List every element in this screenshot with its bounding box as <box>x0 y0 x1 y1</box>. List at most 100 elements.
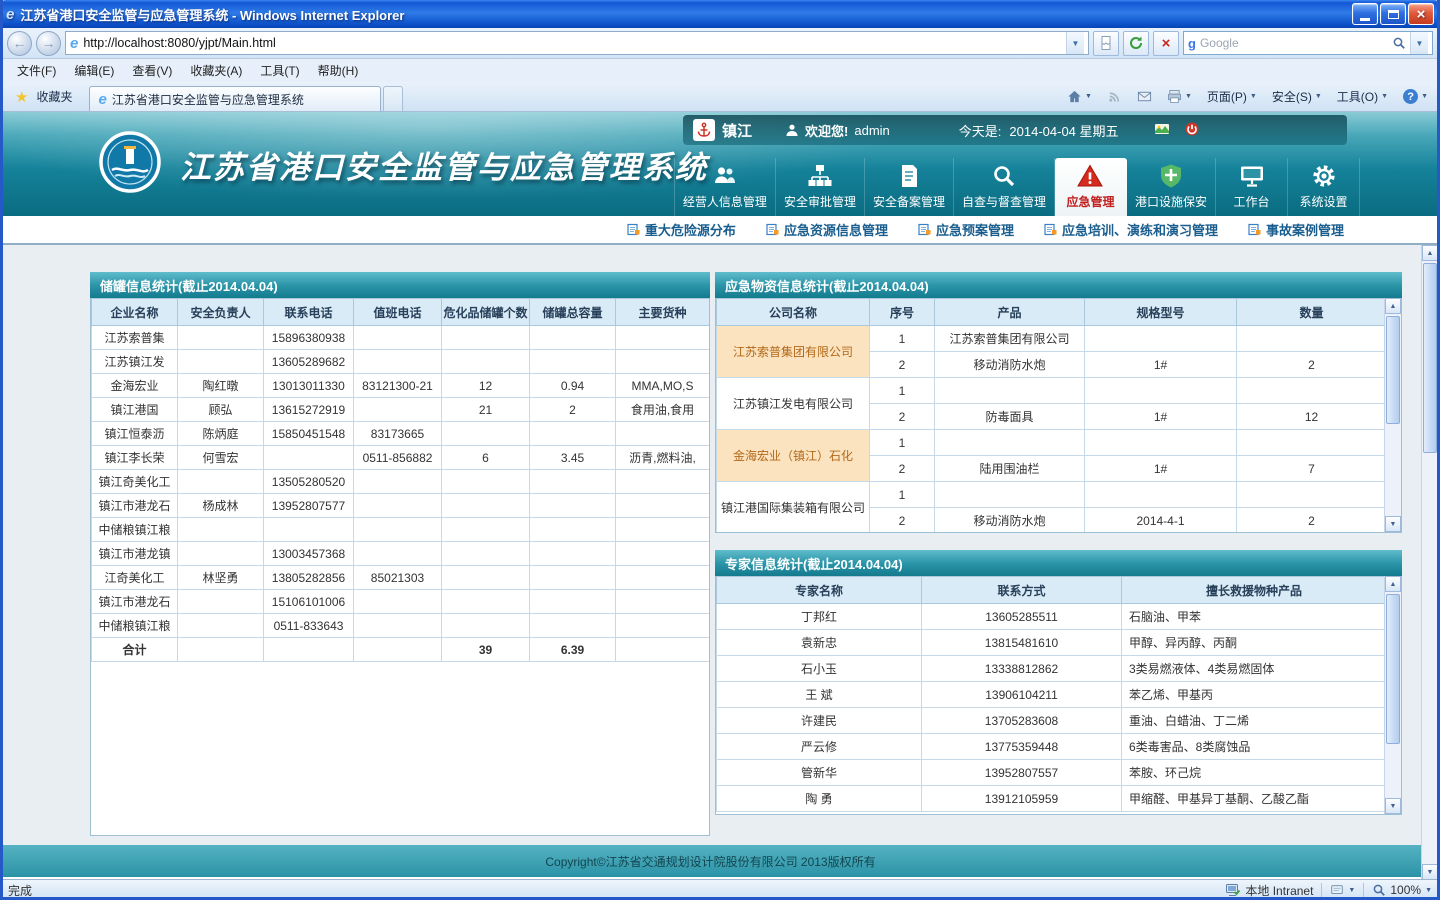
table-row[interactable]: 江苏索普集团有限公司1江苏索普集团有限公司 <box>717 326 1387 352</box>
table-cell: 2 <box>870 352 935 378</box>
menu-item-4[interactable]: 工具(T) <box>251 59 308 82</box>
table-row[interactable]: 石小玉133388128623类易燃液体、4类易燃固体 <box>717 656 1387 682</box>
menu-item-1[interactable]: 编辑(E) <box>65 59 123 82</box>
render-mode-dropdown[interactable]: ▼ <box>1330 883 1355 897</box>
table-cell: 13505280520 <box>264 470 354 494</box>
back-button[interactable]: ← <box>7 31 32 56</box>
subnav-item-0[interactable]: 重大危险源分布 <box>627 220 736 239</box>
supplies-panel: 应急物资信息统计(截止2014.04.04) 公司名称序号产品规格型号数量江苏索… <box>715 272 1402 533</box>
table-row[interactable]: 许建民13705283608重油、白蜡油、丁二烯 <box>717 708 1387 734</box>
menu-item-3[interactable]: 收藏夹(A) <box>181 59 251 82</box>
table-row[interactable]: 中储粮镇江粮 <box>92 518 710 542</box>
safety-menu-button[interactable]: 安全(S)▼ <box>1266 85 1328 109</box>
url-history-dropdown[interactable]: ▼ <box>1066 32 1084 54</box>
favorites-button[interactable]: ★ 收藏夹 <box>6 85 81 109</box>
nav-item-3[interactable]: 自查与督查管理 <box>954 158 1055 216</box>
stop-button[interactable]: × <box>1153 31 1179 56</box>
table-row[interactable]: 江苏索普集15896380938 <box>92 326 710 350</box>
table-row[interactable]: 江苏镇江发电有限公司1 <box>717 378 1387 404</box>
table-row[interactable]: 金海宏业（镇江）石化1 <box>717 430 1387 456</box>
page-menu-button[interactable]: 页面(P)▼ <box>1201 85 1263 109</box>
table-row[interactable]: 镇江市港龙石15106101006 <box>92 590 710 614</box>
nav-item-2[interactable]: 安全备案管理 <box>865 158 954 216</box>
table-cell: 陶红暾 <box>178 374 264 398</box>
scroll-down-button[interactable]: ▼ <box>1422 864 1438 880</box>
zoom-control[interactable]: 100% ▼ <box>1372 883 1432 897</box>
table-row[interactable]: 管新华13952807557苯胺、环己烷 <box>717 760 1387 786</box>
table-cell: 83121300-21 <box>354 374 442 398</box>
table-cell: 陈炳庭 <box>178 422 264 446</box>
table-row[interactable]: 严云修137753594486类毒害品、8类腐蚀品 <box>717 734 1387 760</box>
home-button[interactable]: ▼ <box>1061 85 1098 109</box>
table-row[interactable]: 江苏镇江发13605289682 <box>92 350 710 374</box>
table-cell <box>264 446 354 470</box>
minimize-button[interactable] <box>1352 3 1378 25</box>
table-cell <box>616 638 710 662</box>
scroll-thumb[interactable] <box>1386 594 1400 744</box>
nav-item-0[interactable]: 经营人信息管理 <box>674 158 776 216</box>
user-icon <box>785 123 799 137</box>
nav-item-4[interactable]: 应急管理 <box>1055 158 1127 216</box>
url-input[interactable] <box>83 36 1061 50</box>
supplies-scrollbar[interactable]: ▲ ▼ <box>1384 298 1401 532</box>
table-row[interactable]: 镇江奇美化工13505280520 <box>92 470 710 494</box>
nav-item-6[interactable]: 工作台 <box>1216 158 1288 216</box>
theme-icon[interactable] <box>1154 121 1170 140</box>
print-button[interactable]: ▼ <box>1161 85 1198 109</box>
subnav-item-3[interactable]: 应急培训、演练和演习管理 <box>1044 220 1218 239</box>
page-scrollbar[interactable]: ▲ ▼ <box>1421 245 1438 880</box>
menu-item-2[interactable]: 查看(V) <box>123 59 181 82</box>
table-row[interactable]: 镇江李长荣何雪宏0511-85688263.45沥青,燃料油, <box>92 446 710 470</box>
table-row[interactable]: 王 斌13906104211苯乙烯、甲基丙 <box>717 682 1387 708</box>
table-row[interactable]: 丁邦红13605285511石脑油、甲苯 <box>717 604 1387 630</box>
table-cell: 石小玉 <box>717 656 922 682</box>
table-row[interactable]: 袁新忠13815481610甲醇、异丙醇、丙酮 <box>717 630 1387 656</box>
forward-button[interactable]: → <box>36 31 61 56</box>
scroll-thumb[interactable] <box>1386 316 1400 424</box>
menu-item-0[interactable]: 文件(F) <box>8 59 65 82</box>
nav-item-7[interactable]: 系统设置 <box>1288 158 1360 216</box>
table-cell <box>530 494 616 518</box>
feeds-button[interactable] <box>1101 85 1128 109</box>
search-icon[interactable] <box>1392 36 1406 50</box>
compatibility-view-button[interactable] <box>1093 31 1119 56</box>
table-cell: MMA,MO,S <box>616 374 710 398</box>
search-provider-dropdown[interactable]: ▼ <box>1410 32 1428 54</box>
scroll-thumb[interactable] <box>1423 263 1437 453</box>
scroll-down-button[interactable]: ▼ <box>1385 516 1401 532</box>
browser-tab[interactable]: e 江苏省港口安全监管与应急管理系统 <box>89 86 381 111</box>
scroll-up-button[interactable]: ▲ <box>1385 576 1401 592</box>
search-input[interactable] <box>1200 36 1388 50</box>
maximize-button[interactable] <box>1380 3 1406 25</box>
table-row[interactable]: 合计396.39 <box>92 638 710 662</box>
help-button[interactable]: ?▼ <box>1397 85 1434 109</box>
menu-item-5[interactable]: 帮助(H) <box>309 59 368 82</box>
table-row[interactable]: 镇江市港龙石杨成林13952807577 <box>92 494 710 518</box>
table-cell <box>354 326 442 350</box>
table-row[interactable]: 江奇美化工林坚勇1380528285685021303 <box>92 566 710 590</box>
table-row[interactable]: 镇江恒泰沥陈炳庭1585045154883173665 <box>92 422 710 446</box>
table-row[interactable]: 陶 勇13912105959甲缩醛、甲基异丁基酮、乙酸乙酯 <box>717 786 1387 812</box>
nav-item-1[interactable]: 安全审批管理 <box>776 158 865 216</box>
tools-menu-button[interactable]: 工具(O)▼ <box>1331 85 1394 109</box>
logout-icon[interactable] <box>1184 121 1200 140</box>
subnav-item-4[interactable]: 事故案例管理 <box>1248 220 1344 239</box>
nav-item-5[interactable]: 港口设施保安 <box>1127 158 1216 216</box>
table-row[interactable]: 中储粮镇江粮0511-833643 <box>92 614 710 638</box>
table-cell: 丁邦红 <box>717 604 922 630</box>
read-mail-button[interactable] <box>1131 85 1158 109</box>
subnav-item-1[interactable]: 应急资源信息管理 <box>766 220 888 239</box>
scroll-up-button[interactable]: ▲ <box>1422 245 1438 261</box>
table-row[interactable]: 镇江市港龙镇13003457368 <box>92 542 710 566</box>
experts-scrollbar[interactable]: ▲ ▼ <box>1384 576 1401 814</box>
close-button[interactable]: × <box>1408 3 1434 25</box>
table-row[interactable]: 金海宏业陶红暾1301301133083121300-21120.94MMA,M… <box>92 374 710 398</box>
scroll-down-button[interactable]: ▼ <box>1385 798 1401 814</box>
table-row[interactable]: 镇江港国际集装箱有限公司1 <box>717 482 1387 508</box>
subnav-item-2[interactable]: 应急预案管理 <box>918 220 1014 239</box>
table-row[interactable]: 镇江港国顾弘13615272919212食用油,食用 <box>92 398 710 422</box>
scroll-up-button[interactable]: ▲ <box>1385 298 1401 314</box>
table-cell: 15850451548 <box>264 422 354 446</box>
new-tab-button[interactable] <box>383 86 403 111</box>
refresh-button[interactable] <box>1123 31 1149 56</box>
